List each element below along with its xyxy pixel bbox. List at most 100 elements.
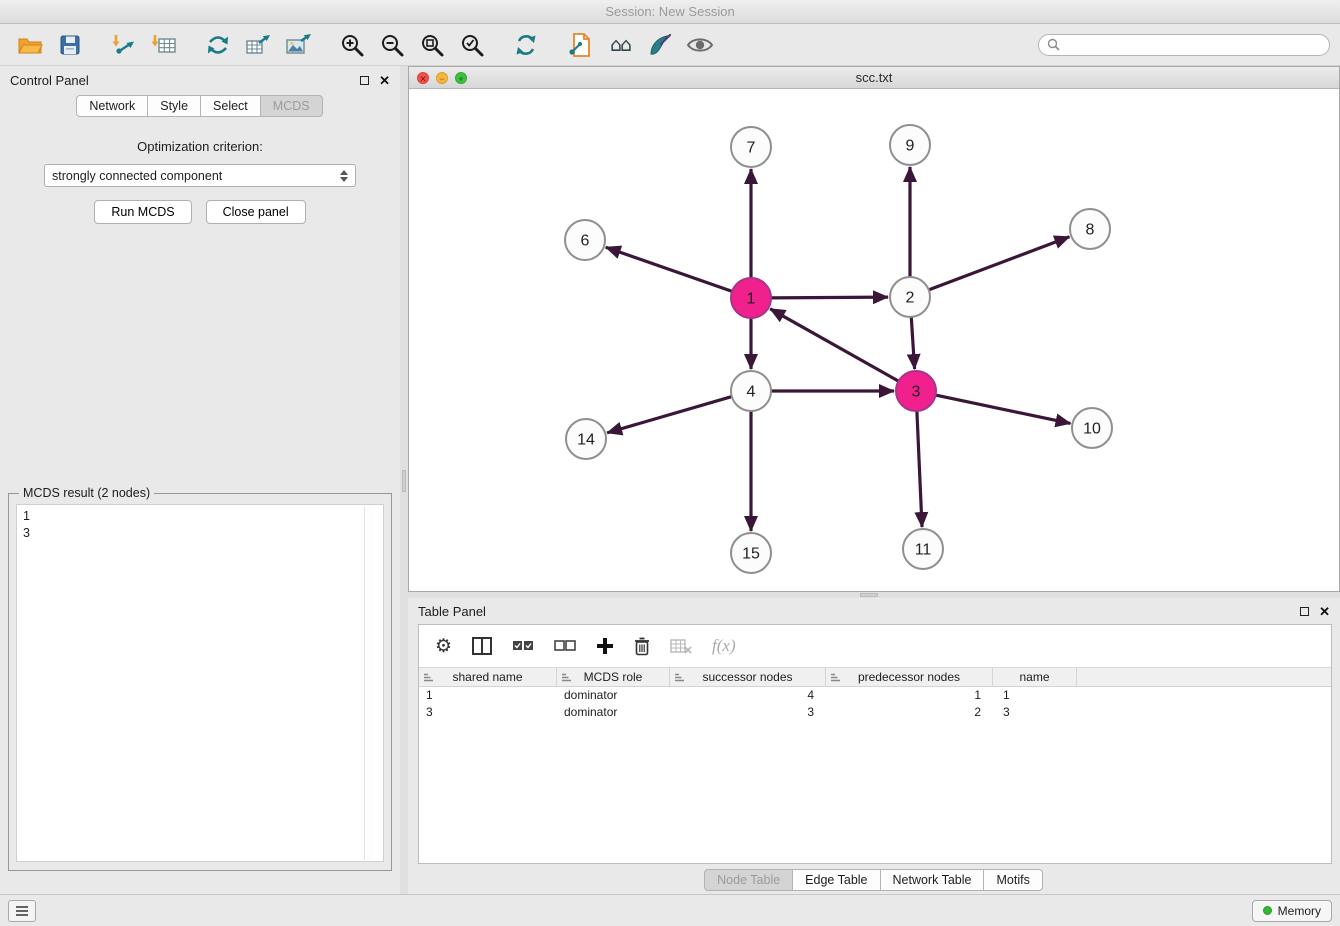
tab-motifs[interactable]: Motifs [983,869,1042,891]
optimization-criterion-select[interactable]: strongly connected component [44,164,356,187]
graph-node-14[interactable]: 14 [566,419,606,459]
zoom-fit-button[interactable] [412,29,452,61]
table-row[interactable]: 1 dominator 4 1 1 [419,687,1331,704]
close-panel-button[interactable]: Close panel [206,200,306,224]
graph-edge-3-10[interactable] [936,395,1071,423]
tab-node-table[interactable]: Node Table [704,869,793,891]
graph-edge-2-8[interactable] [929,237,1070,290]
mcds-panel: Optimization criterion: strongly connect… [0,117,400,224]
function-builder-button[interactable]: f(x) [712,632,736,660]
select-all-icon [512,639,534,653]
cell-shared-name[interactable]: 1 [419,687,557,704]
column-header-shared-name[interactable]: shared name [419,668,557,686]
network-graph[interactable]: 7 9 6 8 1 2 4 3 14 10 15 11 [409,89,1339,591]
graph-node-15[interactable]: 15 [731,533,771,573]
apply-style-button[interactable] [640,29,680,61]
graph-node-label: 4 [747,384,756,401]
network-canvas[interactable]: 7 9 6 8 1 2 4 3 14 10 15 11 [409,89,1339,591]
zoom-out-button[interactable] [372,29,412,61]
zoom-out-icon [379,32,405,58]
export-image-button[interactable] [278,29,318,61]
memory-button[interactable]: Memory [1252,900,1332,922]
mcds-result-group: MCDS result (2 nodes) 1 3 [8,493,392,871]
graph-node-3[interactable]: 3 [896,371,936,411]
column-type-icon [423,672,434,683]
graph-node-2[interactable]: 2 [890,277,930,317]
graph-node-10[interactable]: 10 [1072,408,1112,448]
graph-edge-3-1[interactable] [770,309,898,381]
graph-node-1[interactable]: 1 [731,278,771,318]
refresh-view-button[interactable] [506,29,546,61]
cell-successor-nodes[interactable]: 4 [670,687,826,704]
vertical-splitter[interactable] [400,66,408,894]
tab-style[interactable]: Style [147,95,201,117]
maximize-window-icon[interactable]: + [455,72,467,84]
deselect-all-button[interactable] [554,632,576,660]
cell-successor-nodes[interactable]: 3 [670,704,826,721]
float-panel-icon[interactable] [360,76,369,85]
close-panel-icon[interactable]: ✕ [379,74,390,87]
tab-mcds[interactable]: MCDS [260,95,323,117]
search-input[interactable] [1066,38,1321,52]
import-network-button[interactable] [104,29,144,61]
show-hide-button[interactable] [680,29,720,61]
graph-node-8[interactable]: 8 [1070,209,1110,249]
cell-shared-name[interactable]: 3 [419,704,557,721]
table-settings-button[interactable]: ⚙ [435,632,452,660]
graph-node-11[interactable]: 11 [903,529,943,569]
zoom-selected-button[interactable] [452,29,492,61]
graph-edge-1-2[interactable] [771,297,888,298]
tab-select[interactable]: Select [200,95,261,117]
graph-node-9[interactable]: 9 [890,125,930,165]
toolbar-search[interactable] [1038,34,1330,56]
result-scrollbar[interactable] [364,506,373,860]
cell-predecessor-nodes[interactable]: 1 [826,687,993,704]
graph-node-6[interactable]: 6 [565,220,605,260]
mcds-result-title: MCDS result (2 nodes) [19,486,154,500]
close-panel-icon[interactable]: ✕ [1319,605,1330,618]
cell-name[interactable]: 3 [993,704,1077,721]
zoom-in-button[interactable] [332,29,372,61]
table-row[interactable]: 3 dominator 3 2 3 [419,704,1331,721]
graph-node-7[interactable]: 7 [731,127,771,167]
graph-edge-4-14[interactable] [607,397,732,433]
mcds-result-list[interactable]: 1 3 [16,504,384,862]
close-window-icon[interactable]: ✕ [417,72,429,84]
zoom-fit-icon [419,32,445,58]
cell-predecessor-nodes[interactable]: 2 [826,704,993,721]
network-window-titlebar[interactable]: ✕ − + scc.txt [409,67,1339,89]
tab-network[interactable]: Network [76,95,148,117]
export-table-button[interactable] [238,29,278,61]
save-session-button[interactable] [50,29,90,61]
cell-mcds-role[interactable]: dominator [557,687,670,704]
column-header-successor-nodes[interactable]: successor nodes [670,668,826,686]
graph-edge-2-3[interactable] [911,317,914,369]
import-table-button[interactable] [144,29,184,61]
column-header-predecessor-nodes[interactable]: predecessor nodes [826,668,993,686]
task-history-button[interactable] [8,900,36,922]
graph-edge-1-6[interactable] [606,247,732,291]
float-panel-icon[interactable] [1300,607,1309,616]
delete-column-button[interactable] [634,632,650,660]
tab-edge-table[interactable]: Edge Table [792,869,880,891]
minimize-window-icon[interactable]: − [436,72,448,84]
cell-name[interactable]: 1 [993,687,1077,704]
delete-table-button[interactable] [670,632,692,660]
window-titlebar: Session: New Session [0,0,1340,24]
open-session-button[interactable] [10,29,50,61]
tab-network-table[interactable]: Network Table [880,869,985,891]
column-header-name[interactable]: name [993,668,1077,686]
select-all-button[interactable] [512,632,534,660]
cell-mcds-role[interactable]: dominator [557,704,670,721]
apply-layout-button[interactable] [198,29,238,61]
graph-node-4[interactable]: 4 [731,371,771,411]
add-column-button[interactable] [596,632,614,660]
show-columns-button[interactable] [472,632,492,660]
column-header-mcds-role[interactable]: MCDS role [557,668,670,686]
graph-edge-3-11[interactable] [917,411,922,527]
splitter-grip[interactable] [860,593,878,597]
hide-panels-button[interactable]: ⌂⌂ [600,29,640,61]
splitter-grip[interactable] [402,470,406,492]
run-mcds-button[interactable]: Run MCDS [94,200,191,224]
clone-network-button[interactable] [560,29,600,61]
